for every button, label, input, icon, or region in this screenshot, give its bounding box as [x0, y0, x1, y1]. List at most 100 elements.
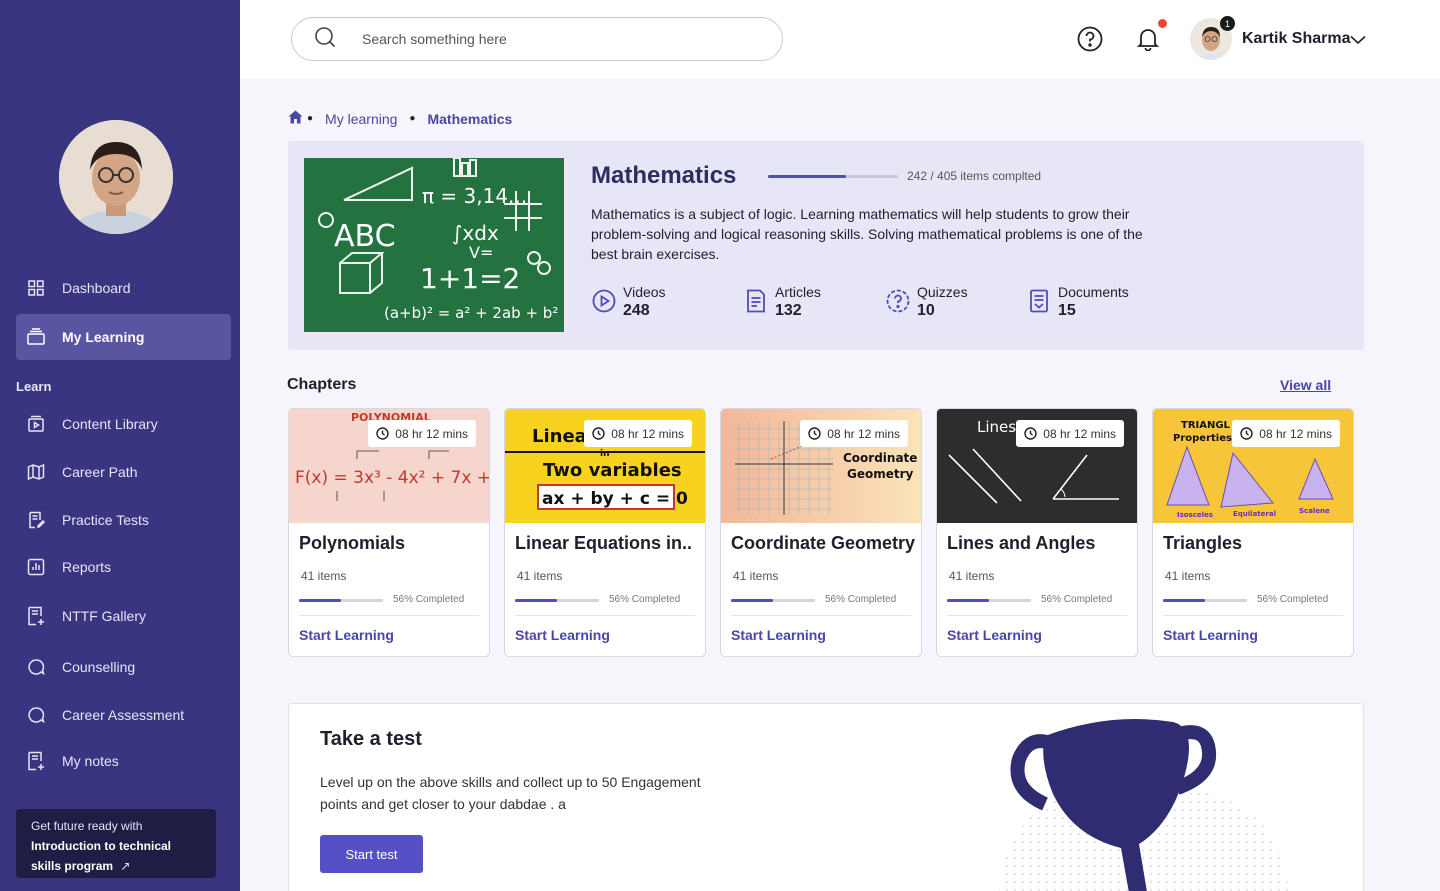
arrow-up-right-icon: ↗ — [120, 859, 131, 873]
chapter-title: Linear Equations in.. — [515, 533, 693, 553]
question-circle-icon — [885, 288, 911, 314]
course-progress-bar — [768, 175, 898, 178]
book-stack-icon — [26, 327, 46, 347]
article-icon — [743, 288, 769, 314]
course-title: Mathematics — [591, 162, 737, 189]
sidebar-item-counselling[interactable]: Counselling — [16, 644, 231, 690]
help-icon[interactable] — [1077, 26, 1103, 52]
sidebar-item-label: NTTF Gallery — [62, 608, 146, 624]
thumb-line2: Two variables — [543, 460, 682, 481]
chapter-items-count: 41 items — [517, 569, 563, 583]
stat-value: 132 — [775, 302, 802, 319]
duration-badge: 08 hr 12 mins — [368, 420, 476, 447]
user-name[interactable]: Kartik Sharma — [1242, 30, 1351, 48]
sidebar-item-reports[interactable]: Reports — [16, 544, 231, 590]
start-learning-link[interactable]: Start Learning — [947, 627, 1042, 643]
chapter-card-triangles[interactable]: TRIANGL Properties Isosceles Equilateral… — [1152, 408, 1354, 657]
clock-icon — [1024, 427, 1037, 440]
chart-icon — [26, 557, 46, 577]
chapter-card-linear-equations[interactable]: Linea in Two variables ax + by + c = 0 0… — [504, 408, 706, 657]
stat-quizzes[interactable]: Quizzes 10 — [885, 284, 968, 320]
start-learning-link[interactable]: Start Learning — [299, 627, 394, 643]
chapter-card-lines-and-angles[interactable]: Lines 08 hr 12 mins Lines and Angles 41 … — [936, 408, 1138, 657]
chapter-title: Polynomials — [299, 533, 406, 553]
promo-card[interactable]: Get future ready with Introduction to te… — [16, 809, 216, 878]
breadcrumb: ● My learning ● Mathematics — [288, 110, 512, 127]
chapter-progress-fill — [731, 599, 773, 602]
chapter-progress-bar — [299, 599, 383, 602]
chapters-heading: Chapters — [287, 376, 357, 393]
chapter-progress-bar — [1163, 599, 1247, 602]
sidebar-item-nttf-gallery[interactable]: NTTF Gallery — [16, 593, 231, 639]
board-text: (a+b)² = a² + 2ab + b² — [384, 304, 558, 322]
user-badge: 1 — [1220, 16, 1235, 31]
sidebar-item-career-path[interactable]: Career Path — [16, 449, 231, 495]
test-doc-icon — [26, 510, 46, 530]
sidebar-item-label: Career Path — [62, 464, 138, 480]
thumb-text: TRIANGL — [1181, 420, 1231, 431]
sidebar-item-my-notes[interactable]: My notes — [16, 738, 231, 784]
bell-icon[interactable] — [1135, 26, 1161, 52]
duration-text: 08 hr 12 mins — [827, 426, 900, 441]
thumb-line2: Properties — [1173, 433, 1232, 444]
course-progress-fill — [768, 175, 846, 178]
thumb-line2: Geometry — [847, 467, 914, 481]
sidebar-item-my-learning[interactable]: My Learning — [16, 314, 231, 360]
sidebar: Dashboard My Learning Learn Content Libr… — [0, 0, 240, 891]
chapter-items-count: 41 items — [1165, 569, 1211, 583]
notes-icon — [26, 751, 46, 771]
sidebar-item-career-assessment[interactable]: Career Assessment — [16, 692, 231, 738]
chapter-items-count: 41 items — [733, 569, 779, 583]
duration-badge: 08 hr 12 mins — [1016, 420, 1124, 447]
chapter-progress-fill — [1163, 599, 1205, 602]
sidebar-section-label: Learn — [16, 379, 52, 394]
chapter-progress-bar — [731, 599, 815, 602]
promo-link[interactable]: skills program — [31, 859, 113, 873]
search-input[interactable] — [362, 31, 742, 47]
chapter-title: Lines and Angles — [947, 533, 1096, 553]
start-learning-link[interactable]: Start Learning — [1163, 627, 1258, 643]
grid-icon — [26, 278, 46, 298]
start-learning-link[interactable]: Start Learning — [515, 627, 610, 643]
thumb-label: Equilateral — [1233, 510, 1276, 518]
chapter-items-count: 41 items — [301, 569, 347, 583]
duration-text: 08 hr 12 mins — [395, 426, 468, 441]
promo-line: Get future ready with — [31, 819, 143, 833]
chapter-title: Coordinate Geometry — [731, 533, 916, 553]
chat-icon — [26, 657, 46, 677]
stat-videos[interactable]: Videos 248 — [591, 284, 666, 320]
breadcrumb-separator: ● — [307, 113, 314, 124]
chapter-title: Triangles — [1163, 533, 1243, 553]
clock-icon — [1240, 427, 1253, 440]
stat-value: 10 — [917, 302, 935, 319]
sidebar-item-label: Career Assessment — [62, 707, 185, 723]
home-icon[interactable] — [288, 110, 303, 127]
chapter-card-coordinate-geometry[interactable]: Coordinate Geometry 08 hr 12 mins Coordi… — [720, 408, 922, 657]
profile-avatar[interactable] — [59, 120, 173, 234]
divider — [947, 615, 1127, 616]
sidebar-item-content-library[interactable]: Content Library — [16, 401, 231, 447]
thumb-label: Isosceles — [1177, 511, 1213, 519]
sidebar-item-label: Content Library — [62, 416, 158, 432]
chevron-down-icon[interactable] — [1350, 32, 1366, 50]
stat-value: 15 — [1058, 302, 1076, 319]
chapter-completed-text: 56% Completed — [609, 594, 681, 605]
divider — [515, 615, 695, 616]
promo-link[interactable]: Introduction to technical — [31, 839, 171, 853]
thumb-label: Scalene — [1299, 507, 1330, 515]
start-learning-link[interactable]: Start Learning — [731, 627, 826, 643]
stat-documents[interactable]: Documents 15 — [1026, 284, 1129, 320]
chapter-card-polynomials[interactable]: POLYNOMIAL F(x) = 3x³ - 4x² + 7x + 18 08… — [288, 408, 490, 657]
stat-articles[interactable]: Articles 132 — [743, 284, 821, 320]
view-all-link[interactable]: View all — [1280, 377, 1331, 393]
thumb-formula: F(x) = 3x³ - 4x² + 7x + 18 — [295, 468, 490, 488]
sidebar-item-practice-tests[interactable]: Practice Tests — [16, 497, 231, 543]
search-bar[interactable] — [291, 17, 783, 61]
chapter-completed-text: 56% Completed — [825, 594, 897, 605]
clock-icon — [376, 427, 389, 440]
sidebar-item-dashboard[interactable]: Dashboard — [16, 265, 231, 311]
divider — [299, 615, 479, 616]
breadcrumb-link[interactable]: My learning — [325, 111, 397, 127]
start-test-button[interactable]: Start test — [320, 835, 423, 873]
sidebar-item-label: Practice Tests — [62, 512, 149, 528]
